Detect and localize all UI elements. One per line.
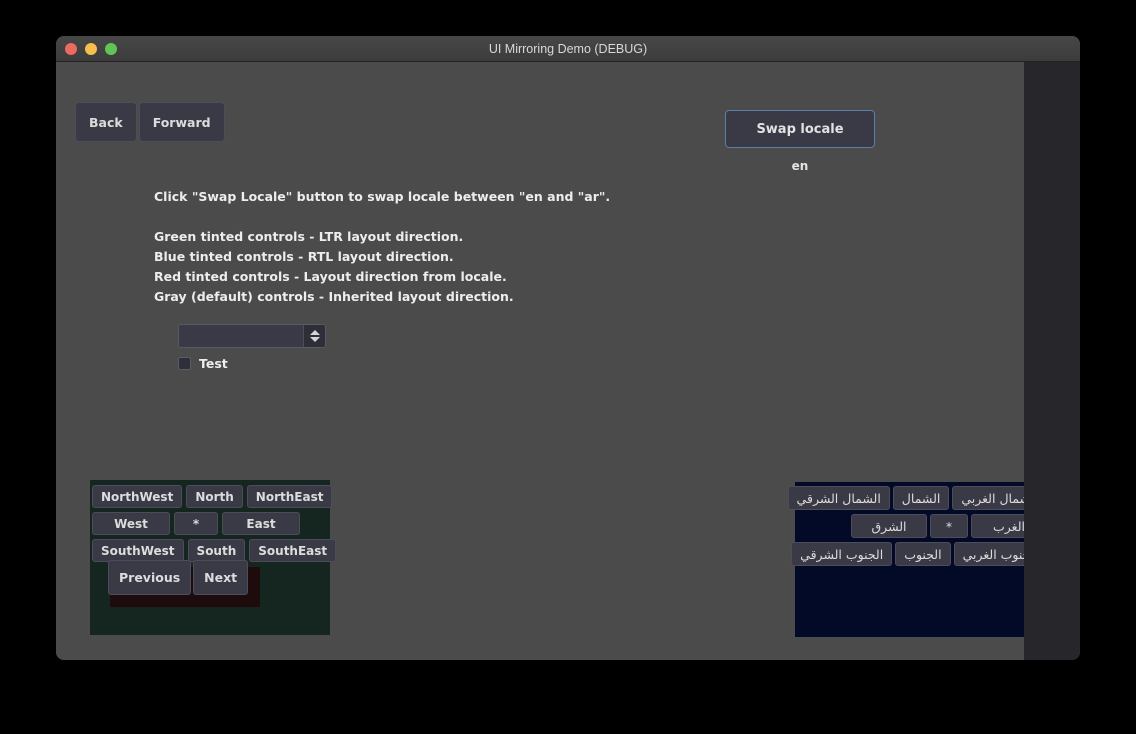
- navigation-toolbar: Back Forward: [75, 102, 225, 142]
- window-controls: [65, 36, 117, 62]
- spinner-row: [178, 324, 326, 348]
- spinner-input[interactable]: [179, 325, 303, 347]
- rtl-compass-row-middle: الغرب * الشرق: [788, 514, 1047, 538]
- window-body: Back Forward Swap locale en Click "Swap …: [56, 62, 1080, 660]
- ltr-button-west[interactable]: West: [92, 512, 170, 535]
- instruction-line-3: Blue tinted controls - RTL layout direct…: [154, 247, 610, 267]
- instructions-text: Click "Swap Locale" button to swap local…: [154, 187, 610, 307]
- instruction-line-4: Red tinted controls - Layout direction f…: [154, 267, 610, 287]
- triangle-down-icon[interactable]: [310, 337, 320, 342]
- locale-control-group: Swap locale en: [725, 110, 875, 173]
- ltr-button-southwest[interactable]: SouthWest: [92, 539, 184, 562]
- triangle-up-icon[interactable]: [310, 330, 320, 335]
- close-button-icon[interactable]: [65, 43, 77, 55]
- swap-locale-button[interactable]: Swap locale: [725, 110, 875, 148]
- forward-button[interactable]: Forward: [139, 102, 225, 142]
- rtl-compass-grid: الشمال الغربي الشمال الشمال الشرقي الغرب…: [788, 486, 1047, 570]
- instruction-spacer: [154, 207, 610, 227]
- instruction-line-1: Click "Swap Locale" button to swap local…: [154, 187, 610, 207]
- test-checkbox-label: Test: [199, 356, 228, 371]
- ltr-button-center[interactable]: *: [174, 512, 218, 535]
- rtl-button-north[interactable]: الشمال: [893, 486, 950, 510]
- maximize-button-icon[interactable]: [105, 43, 117, 55]
- instruction-line-2: Green tinted controls - LTR layout direc…: [154, 227, 610, 247]
- current-locale-label: en: [725, 159, 875, 173]
- right-side-strip: [1024, 62, 1080, 660]
- spinner-arrows[interactable]: [303, 325, 325, 347]
- ltr-compass-row-south: SouthWest South SouthEast: [92, 539, 336, 562]
- previous-button[interactable]: Previous: [108, 560, 191, 595]
- rtl-button-center[interactable]: *: [930, 514, 968, 538]
- app-window: UI Mirroring Demo (DEBUG) Back Forward S…: [56, 36, 1080, 660]
- main-content: Back Forward Swap locale en Click "Swap …: [56, 62, 1024, 660]
- window-title: UI Mirroring Demo (DEBUG): [56, 42, 1080, 56]
- ltr-button-south[interactable]: South: [188, 539, 246, 562]
- back-button[interactable]: Back: [75, 102, 137, 142]
- ltr-compass-grid: NorthWest North NorthEast West * East So…: [92, 485, 336, 566]
- ltr-button-northwest[interactable]: NorthWest: [92, 485, 182, 508]
- rtl-tinted-panel: الشمال الغربي الشمال الشمال الشرقي الغرب…: [795, 482, 1046, 637]
- minimize-button-icon[interactable]: [85, 43, 97, 55]
- ltr-compass-row-north: NorthWest North NorthEast: [92, 485, 336, 508]
- ltr-button-southeast[interactable]: SouthEast: [249, 539, 336, 562]
- rtl-compass-row-south: الجنوب الغربي الجنوب الجنوب الشرقي: [788, 542, 1047, 566]
- ltr-button-north[interactable]: North: [186, 485, 242, 508]
- rtl-button-southeast[interactable]: الجنوب الشرقي: [791, 542, 892, 566]
- rtl-button-south[interactable]: الجنوب: [895, 542, 950, 566]
- rtl-button-northeast[interactable]: الشمال الشرقي: [788, 486, 890, 510]
- title-bar[interactable]: UI Mirroring Demo (DEBUG): [56, 36, 1080, 62]
- value-spinner[interactable]: [178, 324, 326, 348]
- screen: UI Mirroring Demo (DEBUG) Back Forward S…: [0, 0, 1136, 734]
- next-button[interactable]: Next: [193, 560, 248, 595]
- nav-button-row: Previous Next: [108, 560, 248, 595]
- ltr-button-northeast[interactable]: NorthEast: [247, 485, 333, 508]
- rtl-button-east[interactable]: الشرق: [851, 514, 927, 538]
- test-checkbox[interactable]: [178, 357, 191, 370]
- test-checkbox-row[interactable]: Test: [178, 356, 228, 371]
- ltr-compass-row-middle: West * East: [92, 512, 336, 535]
- ltr-tinted-panel: NorthWest North NorthEast West * East So…: [90, 480, 330, 635]
- instruction-line-5: Gray (default) controls - Inherited layo…: [154, 287, 610, 307]
- ltr-button-east[interactable]: East: [222, 512, 300, 535]
- rtl-compass-row-north: الشمال الغربي الشمال الشمال الشرقي: [788, 486, 1047, 510]
